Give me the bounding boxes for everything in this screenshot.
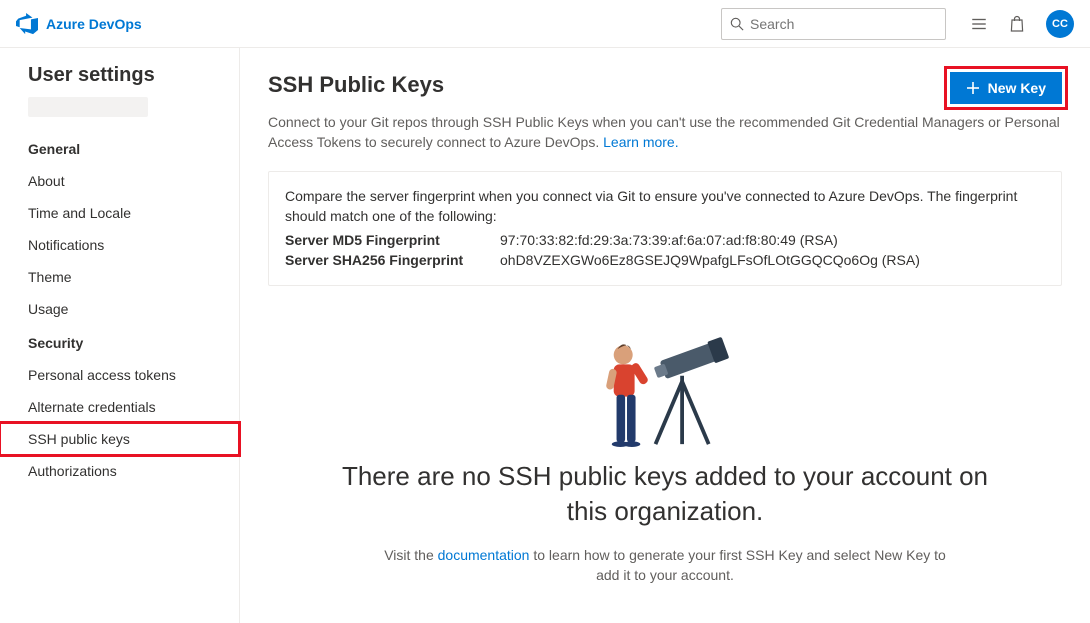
plus-icon	[966, 81, 980, 95]
learn-more-link[interactable]: Learn more.	[603, 134, 678, 150]
fingerprint-intro: Compare the server fingerprint when you …	[285, 186, 1045, 227]
sidebar-item-alt-credentials[interactable]: Alternate credentials	[0, 391, 239, 423]
search-box[interactable]	[721, 8, 946, 40]
section-label-general: General	[0, 131, 239, 165]
new-key-button[interactable]: New Key	[950, 72, 1062, 104]
sidebar-item-theme[interactable]: Theme	[0, 261, 239, 293]
sidebar-item-usage[interactable]: Usage	[0, 293, 239, 325]
sha256-fingerprint-value: ohD8VZEXGWo6Ez8GSEJQ9WpafgLFsOfLOtGGQCQo…	[500, 250, 920, 270]
page-title: SSH Public Keys	[268, 72, 444, 98]
documentation-link[interactable]: documentation	[438, 547, 530, 563]
section-label-security: Security	[0, 325, 239, 359]
empty-state-illustration-icon	[570, 308, 760, 453]
sidebar-item-time-locale[interactable]: Time and Locale	[0, 197, 239, 229]
md5-fingerprint-label: Server MD5 Fingerprint	[285, 230, 490, 250]
search-input[interactable]	[750, 16, 937, 32]
sidebar-title: User settings	[0, 64, 239, 97]
page-description: Connect to your Git repos through SSH Pu…	[268, 112, 1062, 153]
azure-devops-logo-icon	[16, 13, 38, 35]
search-icon	[730, 17, 744, 31]
topbar: Azure DevOps CC	[0, 0, 1090, 48]
shopping-bag-icon[interactable]	[1008, 15, 1026, 33]
md5-fingerprint-value: 97:70:33:82:fd:29:3a:73:39:af:6a:07:ad:f…	[500, 230, 838, 250]
topbar-actions: CC	[970, 10, 1074, 38]
empty-state-subtext: Visit the documentation to learn how to …	[268, 545, 1062, 586]
sidebar: User settings General About Time and Loc…	[0, 48, 240, 623]
sidebar-item-pat[interactable]: Personal access tokens	[0, 359, 239, 391]
sidebar-item-about[interactable]: About	[0, 165, 239, 197]
fingerprint-card: Compare the server fingerprint when you …	[268, 171, 1062, 286]
empty-state-title: There are no SSH public keys added to yo…	[268, 459, 1062, 545]
list-icon[interactable]	[970, 15, 988, 33]
new-key-label: New Key	[988, 80, 1046, 96]
user-name-placeholder	[28, 97, 148, 117]
brand-block[interactable]: Azure DevOps	[16, 13, 142, 35]
sidebar-item-notifications[interactable]: Notifications	[0, 229, 239, 261]
empty-state: There are no SSH public keys added to yo…	[268, 308, 1062, 586]
avatar[interactable]: CC	[1046, 10, 1074, 38]
brand-label: Azure DevOps	[46, 16, 142, 32]
main-content: SSH Public Keys New Key Connect to your …	[240, 48, 1090, 623]
sha256-fingerprint-label: Server SHA256 Fingerprint	[285, 250, 490, 270]
sidebar-item-ssh-keys[interactable]: SSH public keys	[0, 423, 239, 455]
sidebar-item-authorizations[interactable]: Authorizations	[0, 455, 239, 487]
